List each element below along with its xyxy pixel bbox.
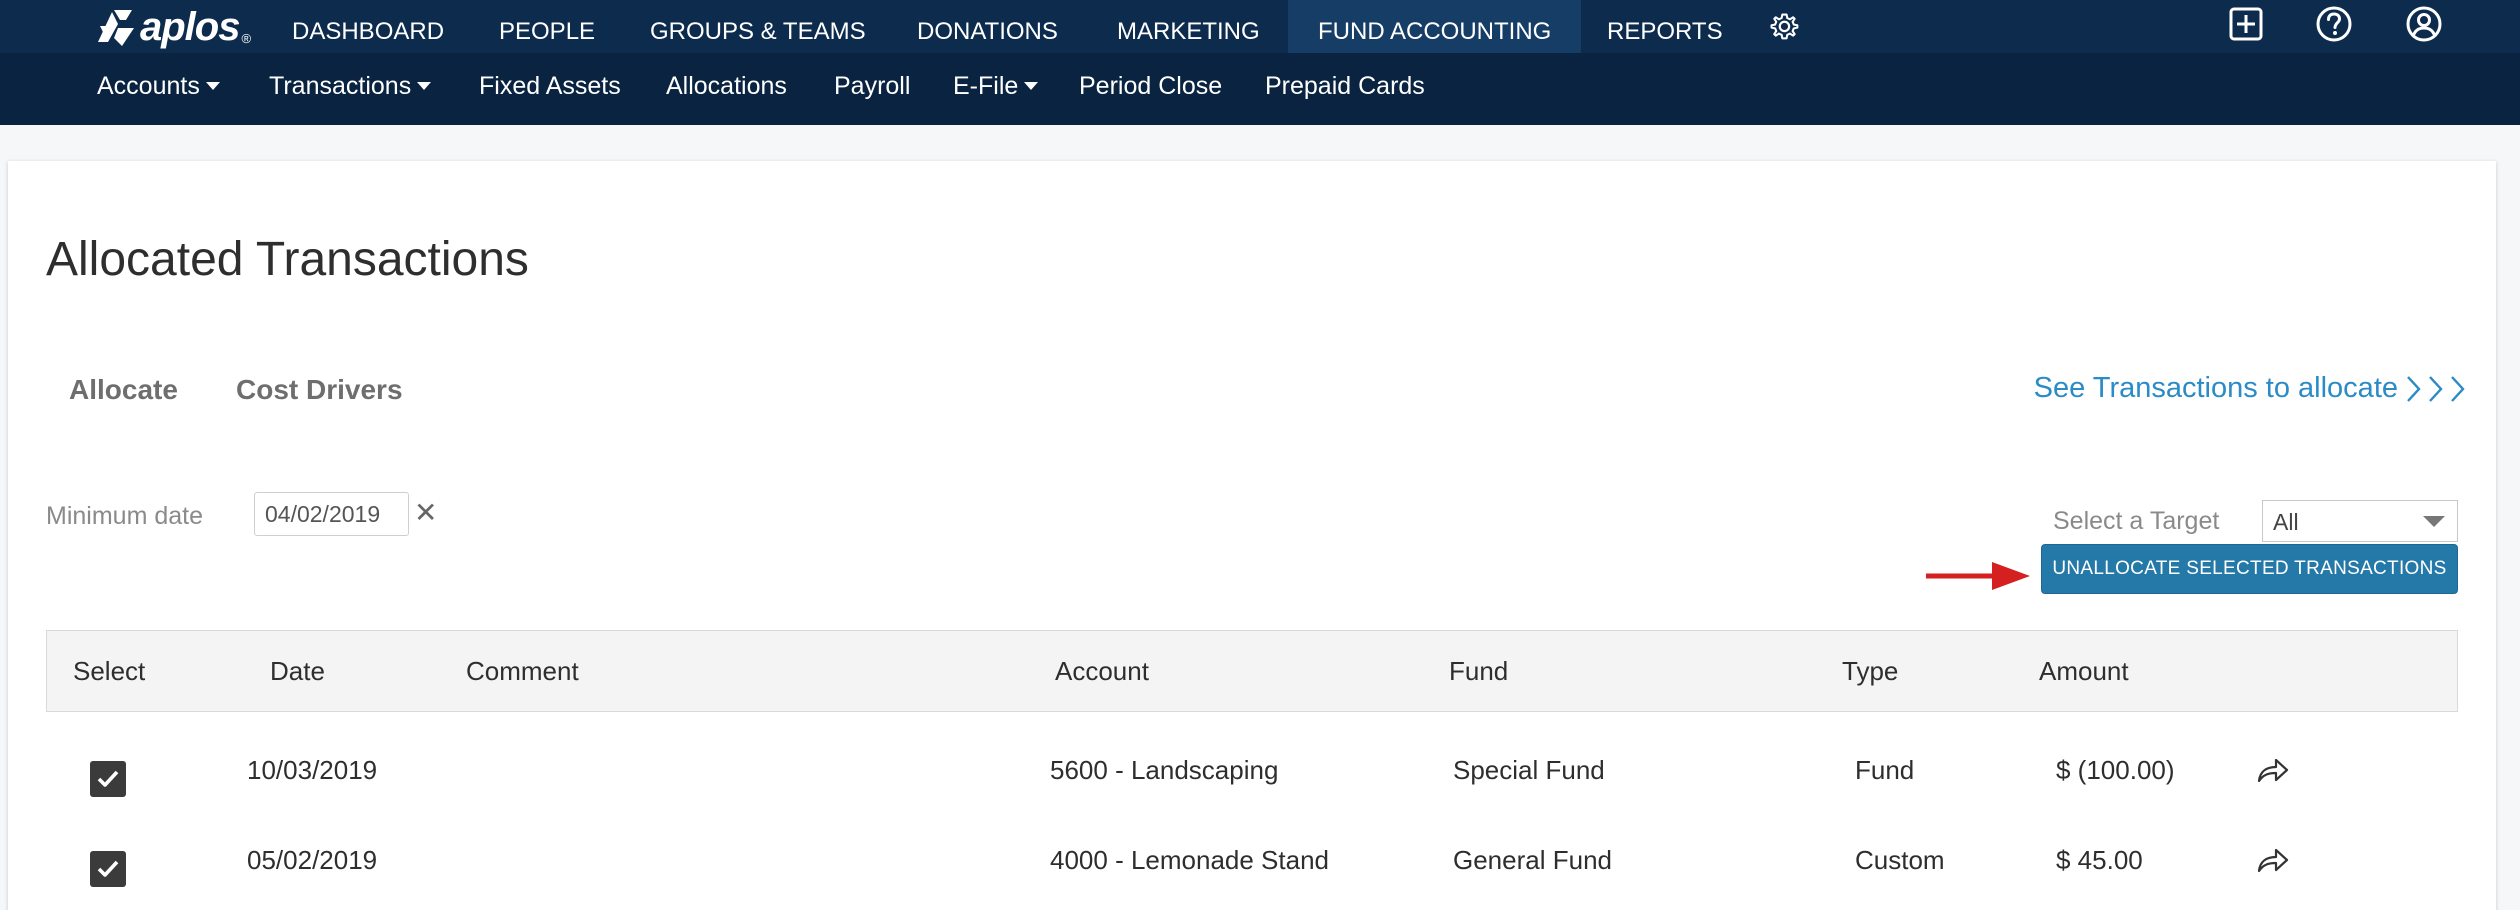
column-header-amount[interactable]: Amount [2039, 656, 2129, 687]
aplos-logo[interactable]: aplos ® [92, 4, 251, 50]
sub-nav: Accounts Transactions Fixed Assets Alloc… [0, 53, 2520, 125]
see-transactions-link-label: See Transactions to allocate [2033, 372, 2398, 404]
nav-dashboard[interactable]: DASHBOARD [292, 0, 444, 53]
aplos-logo-mark-icon [98, 10, 134, 46]
row-account: 4000 - Lemonade Stand [1050, 845, 1329, 875]
subnav-fixed-assets[interactable]: Fixed Assets [479, 53, 621, 119]
clear-date-icon[interactable]: ✕ [414, 498, 437, 528]
subnav-allocations[interactable]: Allocations [666, 53, 787, 119]
registered-mark: ® [241, 31, 252, 46]
subnav-accounts[interactable]: Accounts [97, 53, 220, 119]
column-header-comment[interactable]: Comment [466, 656, 579, 687]
page-title: Allocated Transactions [46, 233, 529, 286]
tab-cost-drivers[interactable]: Cost Drivers [236, 374, 403, 406]
nav-fund-accounting[interactable]: FUND ACCOUNTING [1288, 0, 1582, 53]
row-date: 10/03/2019 [247, 755, 378, 785]
gear-icon[interactable] [1770, 12, 1810, 52]
caret-down-icon [417, 81, 432, 90]
unallocate-selected-button[interactable]: UNALLOCATE SELECTED TRANSACTIONS [2041, 544, 2458, 594]
row-fund: Special Fund [1453, 755, 1605, 785]
row-fund: General Fund [1453, 845, 1612, 875]
add-icon[interactable] [2226, 4, 2266, 44]
nav-marketing[interactable]: MARKETING [1117, 0, 1260, 53]
row-type: Fund [1855, 755, 1915, 785]
column-header-fund[interactable]: Fund [1449, 656, 1508, 687]
row-checkbox[interactable] [90, 761, 126, 797]
brand-name: aplos [140, 4, 240, 49]
subnav-period-close[interactable]: Period Close [1079, 53, 1222, 119]
subnav-transactions-label: Transactions [269, 72, 412, 100]
caret-down-icon [205, 81, 220, 90]
subnav-payroll[interactable]: Payroll [834, 53, 910, 119]
column-header-date[interactable]: Date [270, 656, 325, 687]
nav-reports[interactable]: REPORTS [1607, 0, 1723, 53]
table-header: Select Date Comment Account Fund Type Am… [46, 630, 2458, 712]
see-transactions-link[interactable]: See Transactions to allocate [2034, 372, 2466, 405]
share-icon[interactable] [2256, 755, 2290, 785]
dropdown-arrow-icon [2423, 516, 2445, 527]
table-row: 05/02/2019 4000 - Lemonade Stand General… [46, 825, 2458, 910]
share-icon[interactable] [2256, 845, 2290, 875]
row-account: 5600 - Landscaping [1050, 755, 1279, 785]
subnav-accounts-label: Accounts [97, 72, 200, 100]
account-icon[interactable] [2404, 4, 2444, 44]
red-arrow-icon [1926, 562, 2030, 590]
column-header-select: Select [73, 656, 146, 686]
minimum-date-input[interactable] [254, 492, 409, 536]
select-target-label: Select a Target [2053, 507, 2220, 535]
column-header-type[interactable]: Type [1842, 656, 1898, 687]
column-header-account[interactable]: Account [1055, 656, 1149, 687]
row-date: 05/02/2019 [247, 845, 378, 875]
checkmark-icon [97, 770, 119, 787]
subnav-efile-label: E-File [953, 72, 1019, 100]
row-type: Custom [1855, 845, 1945, 875]
row-amount: $ (100.00) [2056, 755, 2175, 785]
minimum-date-label: Minimum date [46, 502, 203, 530]
caret-down-icon [1024, 81, 1039, 90]
nav-donations[interactable]: DONATIONS [917, 0, 1058, 53]
triple-chevron-right-icon [2407, 375, 2465, 402]
target-select-value: All [2273, 509, 2299, 535]
subnav-transactions[interactable]: Transactions [269, 53, 432, 119]
top-nav: aplos ® DASHBOARD PEOPLE GROUPS & TEAMS … [0, 0, 2520, 53]
nav-people[interactable]: PEOPLE [499, 0, 595, 53]
subnav-efile[interactable]: E-File [953, 53, 1039, 119]
tab-allocate[interactable]: Allocate [69, 374, 178, 406]
table-row: 10/03/2019 5600 - Landscaping Special Fu… [46, 735, 2458, 825]
row-amount: $ 45.00 [2056, 845, 2143, 875]
target-select[interactable]: All [2262, 500, 2458, 542]
nav-groups-teams[interactable]: GROUPS & TEAMS [650, 0, 866, 53]
subnav-prepaid-cards[interactable]: Prepaid Cards [1265, 53, 1425, 119]
help-icon[interactable] [2314, 4, 2354, 44]
row-checkbox[interactable] [90, 851, 126, 887]
checkmark-icon [97, 860, 119, 877]
